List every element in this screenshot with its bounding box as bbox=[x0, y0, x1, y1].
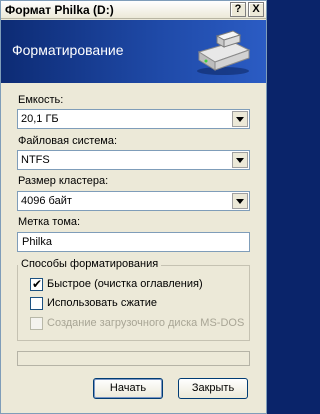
format-dialog: Формат Philka (D:) ? X Форматирование Ем… bbox=[0, 0, 267, 414]
compression-label: Использовать сжатие bbox=[47, 297, 158, 309]
compression-checkbox[interactable] bbox=[30, 297, 43, 310]
cluster-size-value: 4096 байт bbox=[21, 195, 72, 207]
chevron-down-icon[interactable] bbox=[232, 193, 248, 209]
volume-label-value: Philka bbox=[22, 236, 52, 248]
progress-bar bbox=[17, 351, 250, 366]
filesystem-value: NTFS bbox=[21, 154, 50, 166]
window-title: Формат Philka (D:) bbox=[5, 3, 114, 17]
quick-format-checkbox[interactable]: ✔ bbox=[30, 277, 43, 291]
check-icon: ✔ bbox=[32, 277, 43, 291]
drive-icon bbox=[197, 30, 251, 75]
volume-label-label: Метка тома: bbox=[18, 216, 81, 228]
filesystem-label: Файловая система: bbox=[18, 135, 118, 147]
boot-disk-label: Создание загрузочного диска MS-DOS bbox=[47, 317, 245, 329]
capacity-label: Емкость: bbox=[18, 94, 64, 106]
header-banner: Форматирование bbox=[1, 20, 266, 83]
cluster-size-label: Размер кластера: bbox=[18, 175, 109, 187]
format-options-title: Способы форматирования bbox=[18, 258, 162, 270]
filesystem-select[interactable]: NTFS bbox=[17, 150, 250, 170]
chevron-down-icon[interactable] bbox=[232, 152, 248, 168]
title-bar: Формат Philka (D:) ? X bbox=[1, 1, 266, 19]
close-dialog-button[interactable]: Закрыть bbox=[178, 378, 248, 399]
chevron-down-icon[interactable] bbox=[232, 111, 248, 127]
close-button[interactable]: X bbox=[248, 2, 264, 17]
cluster-size-select[interactable]: 4096 байт bbox=[17, 191, 250, 211]
capacity-value: 20,1 ГБ bbox=[21, 113, 59, 125]
volume-label-input[interactable]: Philka bbox=[17, 232, 250, 252]
capacity-select[interactable]: 20,1 ГБ bbox=[17, 109, 250, 129]
start-button[interactable]: Начать bbox=[93, 378, 163, 399]
quick-format-label: Быстрое (очистка оглавления) bbox=[47, 278, 203, 290]
banner-title: Форматирование bbox=[12, 42, 124, 58]
help-button[interactable]: ? bbox=[230, 2, 246, 17]
boot-disk-checkbox bbox=[30, 317, 43, 330]
